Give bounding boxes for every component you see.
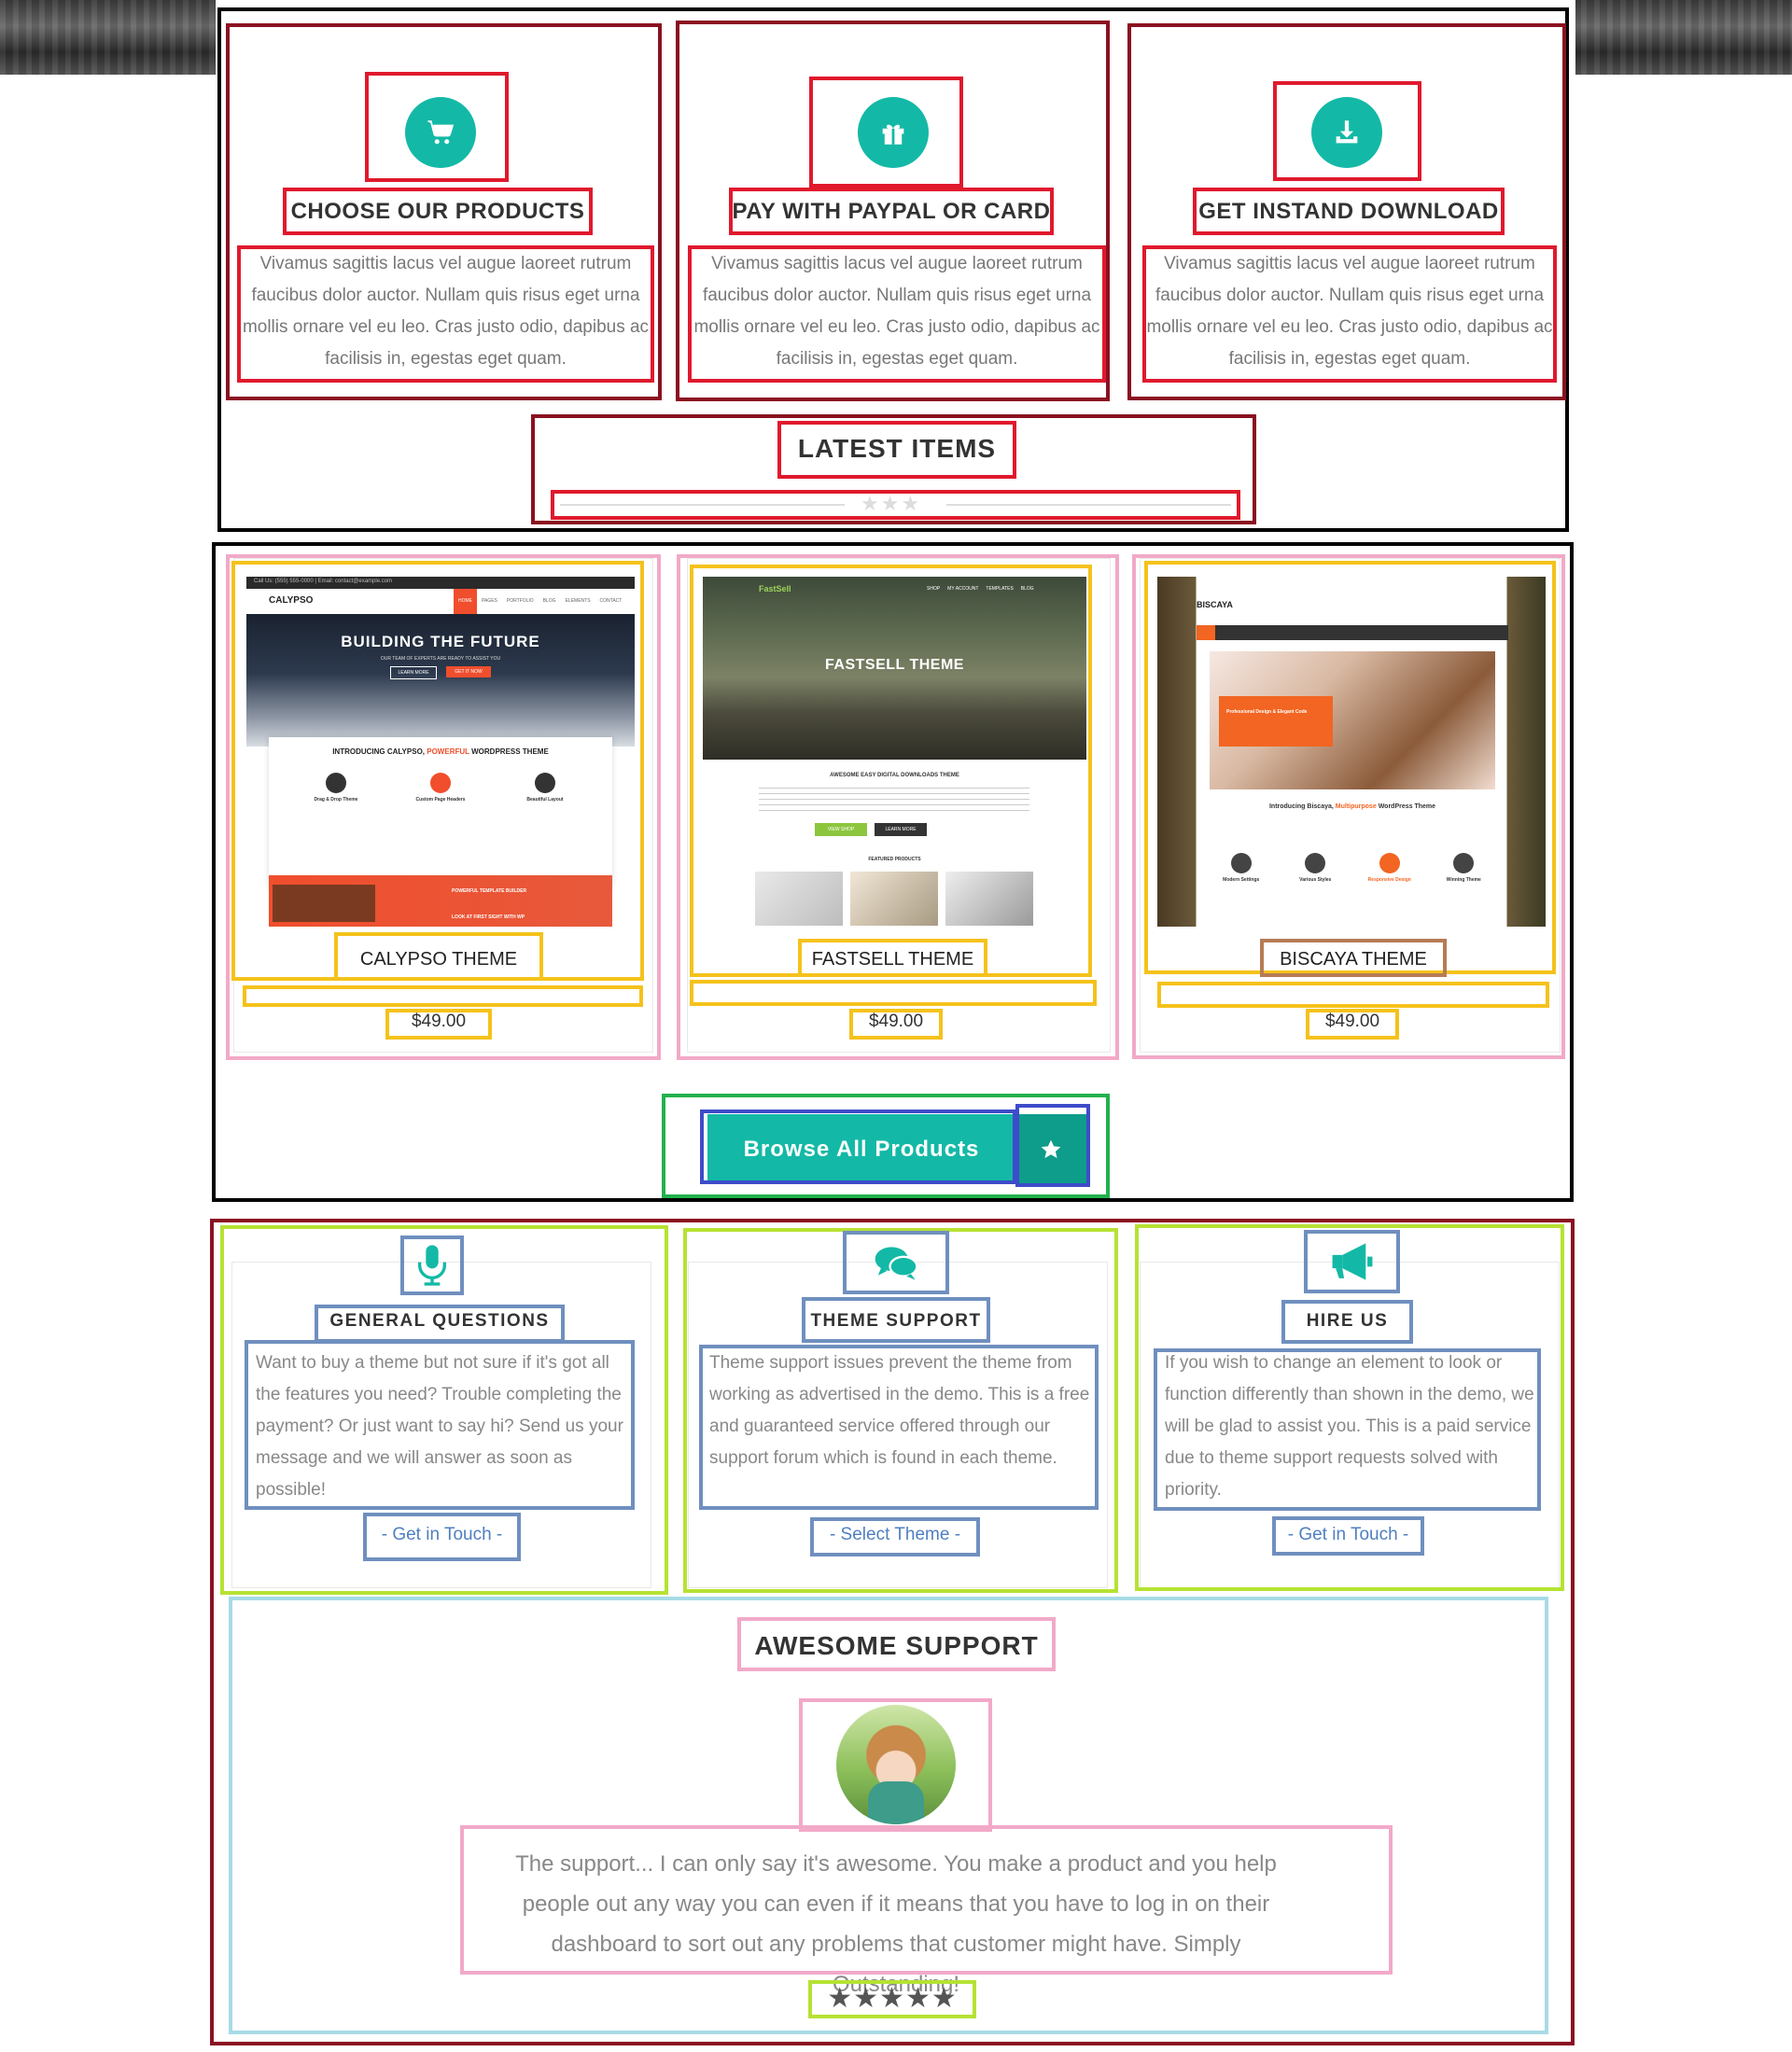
intro-text: WORDPRESS THEME [471,747,549,756]
avatar [836,1705,956,1824]
star-icon: ★ [904,1983,931,2014]
select-theme-link[interactable]: - Select Theme - [810,1525,980,1545]
star-icon: ★ [827,1983,854,2014]
feature-label: Various Styles [1299,877,1332,883]
intro-text: Introducing Biscaya, [1268,803,1334,810]
stars-divider-icon: ★★★ [861,492,922,515]
promo-text: LOOK AT FIRST SIGHT WITH WP [452,914,525,920]
nav-item: TEMPLATES [986,586,1014,592]
browse-all-products-button[interactable]: Browse All Products [707,1114,1015,1184]
divider-line [946,504,1231,506]
latest-items-title: LATEST ITEMS [797,434,997,463]
star-rating: ★★★★★ [808,1982,976,2015]
intro-highlight: POWERFUL [427,747,469,756]
hero-get-button: GET IT NOW [446,666,491,677]
feature-title: CHOOSE OUR PRODUCTS [290,199,585,224]
feature-label: Custom Page Headers [415,797,466,803]
feature-text: Vivamus sagittis lacus vel augue laoreet… [1146,254,1553,369]
nav-item: ELEMENTS [565,598,591,604]
gift-icon [858,97,929,168]
nav-item: BLOG [542,598,556,604]
topbar-text: Call Us: (555) 555-0000 | Email: contact… [254,579,393,584]
product-screenshot[interactable]: BISCAYA Professional Design & Elegant Co… [1157,577,1546,927]
product-price: $49.00 [411,1012,467,1031]
help-title: HIRE US [1306,1311,1389,1331]
chat-bubbles-icon [874,1245,918,1282]
product-title[interactable]: FASTSELL THEME [798,949,987,970]
feature-label: Beautiful Layout [526,797,564,803]
featured-label: FEATURED PRODUCTS [868,857,921,862]
feature-text: Vivamus sagittis lacus vel augue laoreet… [242,254,650,369]
hero-headline: FASTSELL THEME [825,657,964,673]
feature-label: Modern Settings [1223,877,1260,883]
nav-item: PORTFOLIO [506,598,534,604]
star-icon: ★ [853,1983,880,2014]
nav-item: SHOP [927,586,941,592]
help-text: Theme support issues prevent the theme f… [709,1353,1090,1468]
theme-logo: FastSell [759,584,791,593]
intro-text: INTRODUCING CALYPSO, [332,747,426,756]
view-shop-button: VIEW SHOP [815,823,867,836]
hero-learn-button: LEARN MORE [390,666,437,679]
tagline: AWESOME EASY DIGITAL DOWNLOADS THEME [830,773,959,778]
theme-logo: CALYPSO [269,595,314,606]
download-icon [1311,97,1382,168]
feature-text: Vivamus sagittis lacus vel augue laoreet… [693,254,1100,369]
intro-text: WordPress Theme [1378,803,1436,810]
help-title: THEME SUPPORT [810,1311,982,1331]
testimonial-quote: The support... I can only say it's aweso… [515,1851,1277,1997]
product-screenshot[interactable]: FastSell SHOP MY ACCOUNT TEMPLATES BLOG … [703,577,1086,927]
banner-text: Professional Design & Elegant Code [1226,709,1308,715]
product-screenshot[interactable]: Call Us: (555) 555-0000 | Email: contact… [246,577,635,927]
divider-line [560,504,845,506]
awesome-support-title: AWESOME SUPPORT [754,1631,1039,1660]
feature-title: PAY WITH PAYPAL OR CARD [732,199,1051,224]
nav-item: MY ACCOUNT [947,586,979,592]
product-price: $49.00 [868,1012,924,1031]
nav-item: BLOG [1020,586,1034,592]
hero-subline: OUR TEAM OF EXPERTS ARE READY TO ASSIST … [380,656,501,662]
help-title: GENERAL QUESTIONS [329,1311,550,1331]
help-text: If you wish to change an element to look… [1165,1353,1534,1500]
learn-more-button: LEARN MORE [875,823,927,836]
cart-icon [405,97,476,168]
hero-headline: BUILDING THE FUTURE [341,633,540,650]
product-title[interactable]: BISCAYA THEME [1260,949,1447,970]
nav-item: CONTACT [599,598,623,604]
star-icon: ★ [931,1983,958,2014]
feature-label: Winning Theme [1446,877,1481,883]
nav-item: HOME [454,589,477,614]
intro-highlight: Multipurpose [1335,803,1377,810]
product-title[interactable]: CALYPSO THEME [334,949,543,970]
star-icon: ★ [879,1983,905,2014]
nav-item: PAGES [482,598,497,604]
get-in-touch-link[interactable]: - Get in Touch - [363,1525,521,1545]
theme-logo: BISCAYA [1197,600,1233,609]
product-price: $49.00 [1324,1012,1380,1031]
feature-title: GET INSTAND DOWNLOAD [1198,199,1499,224]
feature-label: Drag & Drop Theme [314,797,358,803]
get-in-touch-link[interactable]: - Get in Touch - [1272,1525,1424,1545]
browse-label: Browse All Products [743,1136,980,1162]
microphone-icon [413,1243,451,1288]
promo-text: POWERFUL TEMPLATE BUILDER [452,888,527,894]
feature-label: Responsive Design [1367,877,1411,883]
help-text: Want to buy a theme but not sure if it's… [256,1353,623,1500]
star-icon[interactable] [1015,1114,1086,1184]
megaphone-icon [1329,1241,1376,1282]
